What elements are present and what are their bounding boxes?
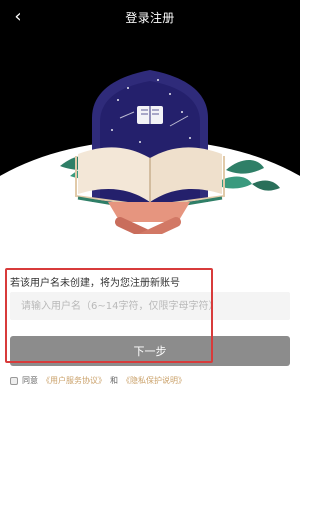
illustration [60,70,280,234]
back-button[interactable]: ‹ [8,7,28,27]
book-icon [137,106,163,124]
privacy-policy-link[interactable]: 《隐私保护说明》 [122,375,186,386]
top-bar: ‹ 登录注册 [0,0,300,34]
agree-checkbox[interactable] [10,376,18,385]
user-agreement-link[interactable]: 《用户服务协议》 [42,375,106,386]
highlight-box [5,268,213,363]
book-stand [108,202,190,234]
header: ‹ 登录注册 [0,0,300,234]
page-title: 登录注册 [125,10,175,25]
agreement-row: 同意 《用户服务协议》 和 《隐私保护说明》 [10,375,186,386]
agree-and: 和 [110,376,118,385]
agree-prefix: 同意 [22,376,38,385]
chevron-left-icon: ‹ [14,6,22,27]
